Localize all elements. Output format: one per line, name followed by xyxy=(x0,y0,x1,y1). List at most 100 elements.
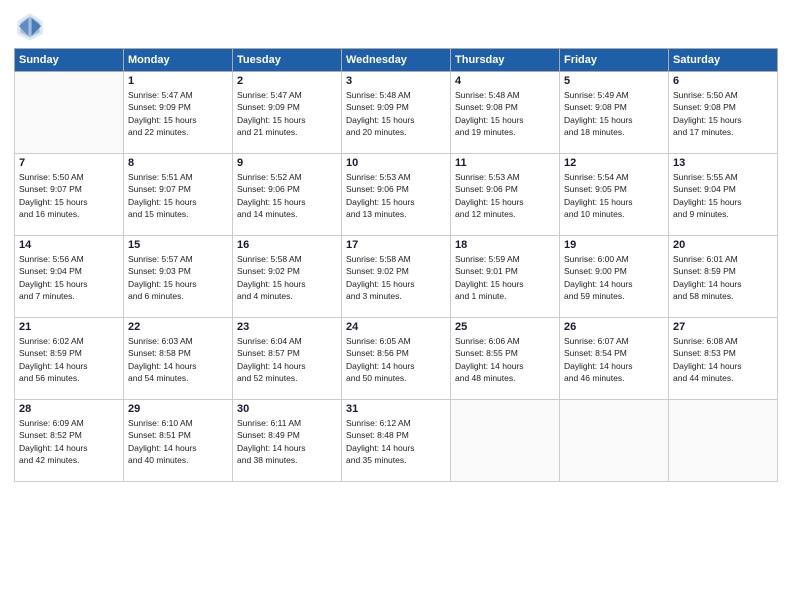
day-number: 2 xyxy=(237,75,337,87)
calendar-cell: 2 Sunrise: 5:47 AM Sunset: 9:09 PM Daylig… xyxy=(233,72,342,154)
weekday-header-thursday: Thursday xyxy=(451,49,560,72)
day-number: 14 xyxy=(19,239,119,251)
day-info: Sunrise: 6:10 AM Sunset: 8:51 PM Dayligh… xyxy=(128,417,228,466)
day-number: 26 xyxy=(564,321,664,333)
day-info: Sunrise: 5:54 AM Sunset: 9:05 PM Dayligh… xyxy=(564,171,664,220)
day-number: 30 xyxy=(237,403,337,415)
calendar-cell: 15Sunrise: 5:57 AM Sunset: 9:03 PM Dayli… xyxy=(124,236,233,318)
calendar-cell: 12 Sunrise: 5:54 AM Sunset: 9:05 PM Dayli… xyxy=(560,154,669,236)
day-info: Sunrise: 6:12 AM Sunset: 8:48 PM Dayligh… xyxy=(346,417,446,466)
day-info: Sunrise: 6:05 AM Sunset: 8:56 PM Dayligh… xyxy=(346,335,446,384)
logo-icon xyxy=(14,10,46,42)
day-number: 19 xyxy=(564,239,664,251)
day-info: Sunrise: 6:07 AM Sunset: 8:54 PM Dayligh… xyxy=(564,335,664,384)
day-number: 17 xyxy=(346,239,446,251)
week-row-5: 28 Sunrise: 6:09 AM Sunset: 8:52 PM Dayli… xyxy=(15,400,778,482)
day-info: Sunrise: 5:58 AM Sunset: 9:02 PM Dayligh… xyxy=(237,253,337,302)
day-info: Sunrise: 5:50 AM Sunset: 9:08 PM Dayligh… xyxy=(673,89,773,138)
calendar-cell: 27Sunrise: 6:08 AM Sunset: 8:53 PM Dayli… xyxy=(669,318,778,400)
day-info: Sunrise: 6:00 AM Sunset: 9:00 PM Dayligh… xyxy=(564,253,664,302)
day-number: 18 xyxy=(455,239,555,251)
day-info: Sunrise: 5:50 AM Sunset: 9:07 PM Dayligh… xyxy=(19,171,119,220)
calendar-cell: 26 Sunrise: 6:07 AM Sunset: 8:54 PM Dayli… xyxy=(560,318,669,400)
day-info: Sunrise: 5:53 AM Sunset: 9:06 PM Dayligh… xyxy=(346,171,446,220)
calendar-cell: 29 Sunrise: 6:10 AM Sunset: 8:51 PM Dayli… xyxy=(124,400,233,482)
day-info: Sunrise: 5:47 AM Sunset: 9:09 PM Dayligh… xyxy=(237,89,337,138)
calendar-cell: 19 Sunrise: 6:00 AM Sunset: 9:00 PM Dayli… xyxy=(560,236,669,318)
day-number: 9 xyxy=(237,157,337,169)
calendar-cell: 5 Sunrise: 5:49 AM Sunset: 9:08 PM Daylig… xyxy=(560,72,669,154)
calendar-cell: 31 Sunrise: 6:12 AM Sunset: 8:48 PM Dayli… xyxy=(342,400,451,482)
calendar-cell: 8Sunrise: 5:51 AM Sunset: 9:07 PM Daylig… xyxy=(124,154,233,236)
day-info: Sunrise: 6:03 AM Sunset: 8:58 PM Dayligh… xyxy=(128,335,228,384)
day-number: 22 xyxy=(128,321,228,333)
calendar-cell: 24 Sunrise: 6:05 AM Sunset: 8:56 PM Dayli… xyxy=(342,318,451,400)
calendar-cell: 30 Sunrise: 6:11 AM Sunset: 8:49 PM Dayli… xyxy=(233,400,342,482)
week-row-1: 1 Sunrise: 5:47 AM Sunset: 9:09 PM Daylig… xyxy=(15,72,778,154)
day-number: 24 xyxy=(346,321,446,333)
day-number: 12 xyxy=(564,157,664,169)
calendar-cell: 1 Sunrise: 5:47 AM Sunset: 9:09 PM Daylig… xyxy=(124,72,233,154)
day-number: 28 xyxy=(19,403,119,415)
logo xyxy=(14,10,50,42)
calendar-cell: 21 Sunrise: 6:02 AM Sunset: 8:59 PM Dayli… xyxy=(15,318,124,400)
calendar-cell: 22 Sunrise: 6:03 AM Sunset: 8:58 PM Dayli… xyxy=(124,318,233,400)
calendar-cell: 6 Sunrise: 5:50 AM Sunset: 9:08 PM Daylig… xyxy=(669,72,778,154)
calendar-table: SundayMondayTuesdayWednesdayThursdayFrid… xyxy=(14,48,778,482)
day-info: Sunrise: 6:09 AM Sunset: 8:52 PM Dayligh… xyxy=(19,417,119,466)
day-number: 11 xyxy=(455,157,555,169)
calendar-cell: 14Sunrise: 5:56 AM Sunset: 9:04 PM Dayli… xyxy=(15,236,124,318)
day-info: Sunrise: 5:51 AM Sunset: 9:07 PM Dayligh… xyxy=(128,171,228,220)
calendar-cell xyxy=(560,400,669,482)
calendar-cell xyxy=(669,400,778,482)
calendar-cell: 4Sunrise: 5:48 AM Sunset: 9:08 PM Daylig… xyxy=(451,72,560,154)
page-header xyxy=(14,10,778,42)
day-number: 16 xyxy=(237,239,337,251)
calendar-cell xyxy=(15,72,124,154)
day-info: Sunrise: 5:49 AM Sunset: 9:08 PM Dayligh… xyxy=(564,89,664,138)
day-number: 1 xyxy=(128,75,228,87)
day-number: 21 xyxy=(19,321,119,333)
day-number: 25 xyxy=(455,321,555,333)
week-row-2: 7 Sunrise: 5:50 AM Sunset: 9:07 PM Daylig… xyxy=(15,154,778,236)
calendar-cell: 3Sunrise: 5:48 AM Sunset: 9:09 PM Daylig… xyxy=(342,72,451,154)
weekday-header-row: SundayMondayTuesdayWednesdayThursdayFrid… xyxy=(15,49,778,72)
weekday-header-saturday: Saturday xyxy=(669,49,778,72)
day-number: 27 xyxy=(673,321,773,333)
day-number: 20 xyxy=(673,239,773,251)
page-container: SundayMondayTuesdayWednesdayThursdayFrid… xyxy=(0,0,792,612)
day-info: Sunrise: 5:58 AM Sunset: 9:02 PM Dayligh… xyxy=(346,253,446,302)
calendar-cell: 18 Sunrise: 5:59 AM Sunset: 9:01 PM Dayli… xyxy=(451,236,560,318)
calendar-cell: 28 Sunrise: 6:09 AM Sunset: 8:52 PM Dayli… xyxy=(15,400,124,482)
day-info: Sunrise: 5:47 AM Sunset: 9:09 PM Dayligh… xyxy=(128,89,228,138)
calendar-cell xyxy=(451,400,560,482)
weekday-header-monday: Monday xyxy=(124,49,233,72)
day-info: Sunrise: 6:01 AM Sunset: 8:59 PM Dayligh… xyxy=(673,253,773,302)
weekday-header-friday: Friday xyxy=(560,49,669,72)
day-number: 7 xyxy=(19,157,119,169)
calendar-cell: 13Sunrise: 5:55 AM Sunset: 9:04 PM Dayli… xyxy=(669,154,778,236)
calendar-cell: 11Sunrise: 5:53 AM Sunset: 9:06 PM Dayli… xyxy=(451,154,560,236)
day-number: 3 xyxy=(346,75,446,87)
calendar-cell: 17 Sunrise: 5:58 AM Sunset: 9:02 PM Dayli… xyxy=(342,236,451,318)
day-number: 10 xyxy=(346,157,446,169)
day-info: Sunrise: 6:04 AM Sunset: 8:57 PM Dayligh… xyxy=(237,335,337,384)
calendar-cell: 16 Sunrise: 5:58 AM Sunset: 9:02 PM Dayli… xyxy=(233,236,342,318)
day-info: Sunrise: 5:48 AM Sunset: 9:08 PM Dayligh… xyxy=(455,89,555,138)
day-number: 29 xyxy=(128,403,228,415)
calendar-cell: 7 Sunrise: 5:50 AM Sunset: 9:07 PM Daylig… xyxy=(15,154,124,236)
week-row-4: 21 Sunrise: 6:02 AM Sunset: 8:59 PM Dayli… xyxy=(15,318,778,400)
day-info: Sunrise: 6:02 AM Sunset: 8:59 PM Dayligh… xyxy=(19,335,119,384)
day-number: 6 xyxy=(673,75,773,87)
weekday-header-sunday: Sunday xyxy=(15,49,124,72)
weekday-header-tuesday: Tuesday xyxy=(233,49,342,72)
day-number: 31 xyxy=(346,403,446,415)
week-row-3: 14Sunrise: 5:56 AM Sunset: 9:04 PM Dayli… xyxy=(15,236,778,318)
day-number: 15 xyxy=(128,239,228,251)
calendar-cell: 9 Sunrise: 5:52 AM Sunset: 9:06 PM Daylig… xyxy=(233,154,342,236)
day-number: 5 xyxy=(564,75,664,87)
calendar-cell: 23Sunrise: 6:04 AM Sunset: 8:57 PM Dayli… xyxy=(233,318,342,400)
day-info: Sunrise: 6:11 AM Sunset: 8:49 PM Dayligh… xyxy=(237,417,337,466)
day-info: Sunrise: 5:59 AM Sunset: 9:01 PM Dayligh… xyxy=(455,253,555,302)
day-info: Sunrise: 5:52 AM Sunset: 9:06 PM Dayligh… xyxy=(237,171,337,220)
